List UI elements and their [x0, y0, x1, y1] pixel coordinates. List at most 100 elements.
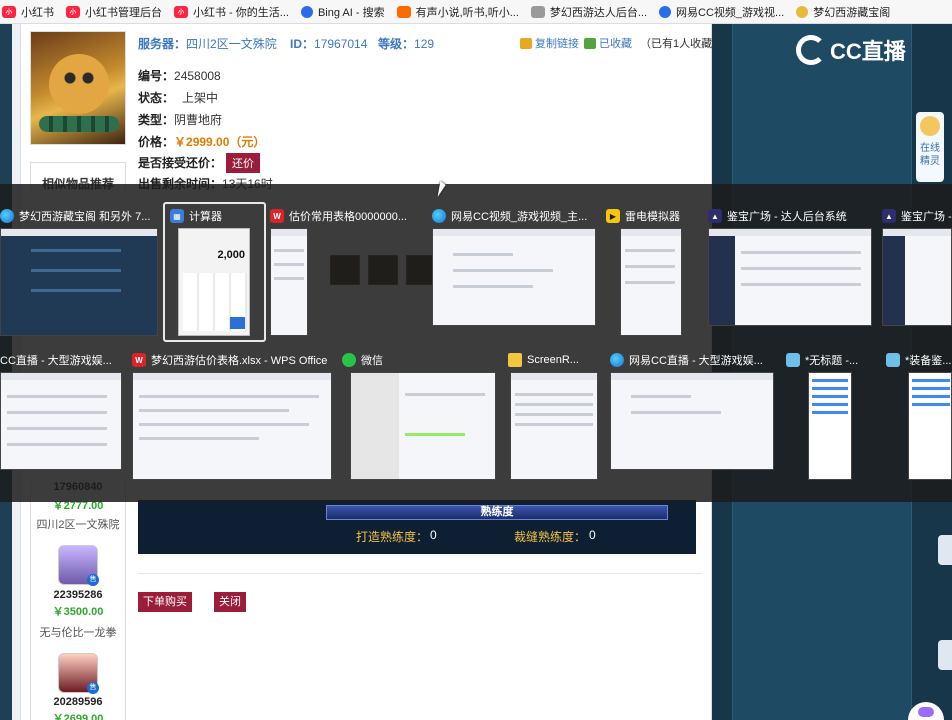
bookmark-item[interactable]: 梦幻西游藏宝阁 [796, 4, 890, 20]
edge-icon [432, 209, 446, 223]
bookmark-label: 梦幻西游藏宝阁 [813, 6, 891, 19]
wps-icon: W [270, 209, 284, 223]
bookmark-label: 网易CC视频_游戏视... [676, 6, 785, 19]
online-assistant-line2: 精灵 [920, 156, 940, 167]
window-thumbnail[interactable] [270, 228, 308, 336]
bookmark-item[interactable]: 有声小说,听书,听小... [396, 4, 519, 20]
favorite-icon [584, 37, 596, 49]
window-thumbnail[interactable] [0, 372, 122, 470]
window-title: *装备鉴... [905, 355, 952, 367]
copy-icon [520, 37, 532, 49]
window-title: 雷电模拟器 [625, 211, 680, 223]
treasure-icon [796, 5, 809, 18]
window-title: CC直播 - 大型游戏娱... [0, 355, 112, 367]
wechat-icon [342, 353, 356, 367]
bookmarks-bar: 小小红书 小小红书管理后台 小小红书 - 你的生活... Bing AI - 搜… [0, 0, 952, 24]
favorite-count: （已有1人收藏） [640, 38, 724, 50]
divider [138, 573, 702, 574]
edge-icon [610, 353, 624, 367]
close-button[interactable]: 关闭 [214, 592, 246, 612]
proficiency-header: 熟练度 [326, 505, 668, 520]
bookmark-item[interactable]: 小小红书管理后台 [66, 4, 162, 20]
bookmark-label: 小红书 [21, 6, 54, 19]
online-assistant-button[interactable]: 在线 精灵 [916, 112, 944, 182]
similar-item-server: 无与伦比一龙拳 [39, 627, 117, 639]
side-scroll-button[interactable] [938, 535, 952, 565]
window-title: ScreenR... [527, 354, 579, 366]
sew-proficiency-value: 0 [589, 528, 596, 542]
window-thumbnail[interactable] [620, 228, 682, 336]
window-thumbnail[interactable] [350, 372, 496, 480]
sew-proficiency-label: 裁缝熟练度： [514, 530, 587, 544]
bookmark-label: 小红书管理后台 [85, 6, 162, 19]
window-title: 微信 [361, 355, 383, 367]
bargain-button[interactable]: 还价 [226, 153, 261, 173]
window-thumbnail[interactable] [808, 372, 852, 480]
bookmark-item[interactable]: 网易CC视频_游戏视... [659, 4, 784, 20]
jianbao-icon: ▲ [708, 209, 722, 223]
redbook-icon: 小 [66, 5, 80, 18]
similar-item-price[interactable]: ￥3500.00 [30, 603, 126, 619]
bookmark-label: 小红书 - 你的生活... [193, 6, 289, 19]
window-title: 估价常用表格0000000... [289, 211, 407, 223]
novel-icon [396, 5, 411, 18]
page-icon [530, 5, 545, 18]
redbook-icon: 小 [174, 5, 188, 18]
buy-button[interactable]: 下单购买 [138, 592, 192, 612]
cc-logo-icon [796, 35, 826, 65]
bookmark-item[interactable]: 小小红书 - 你的生活... [174, 4, 289, 20]
seller-badge-icon: 售 [87, 682, 99, 694]
calculator-thumbnail[interactable]: 2,000 [178, 228, 250, 336]
leidian-icon: ▶ [606, 209, 620, 223]
assistant-avatar-icon [920, 116, 940, 136]
window-title: 梦幻西游藏宝阁 和另外 7... [19, 211, 151, 223]
notepad-icon [886, 353, 900, 367]
wps-icon: W [132, 353, 146, 367]
calculator-icon: ▦ [170, 209, 184, 223]
window-title: 鉴宝广场 - [901, 211, 952, 223]
bookmark-item[interactable]: 梦幻西游达人后台... [530, 4, 648, 20]
window-thumbnail[interactable] [708, 228, 872, 326]
bookmark-label: 梦幻西游达人后台... [549, 6, 648, 19]
id-info: ID：17967014 [290, 37, 368, 51]
cc-live-logo[interactable]: CC直播 [796, 34, 906, 66]
tiger-avatar-icon [49, 54, 109, 114]
window-thumbnail[interactable] [510, 372, 598, 480]
window-title: 鉴宝广场 - 达人后台系统 [727, 211, 847, 223]
window-thumbnail[interactable] [610, 372, 774, 470]
copy-link-button[interactable]: 复制链接 [520, 35, 579, 51]
window-title: 梦幻西游估价表格.xlsx - WPS Office [151, 355, 328, 367]
similar-item-id: 20289596 [53, 696, 103, 708]
cc-icon [659, 5, 672, 18]
bookmark-item[interactable]: 小小红书 [2, 4, 54, 20]
cc-logo-text: CC直播 [830, 39, 906, 64]
redbook-icon: 小 [2, 5, 16, 18]
item-price: 价格：￥2999.00（元） [138, 135, 266, 149]
calculator-display: 2,000 [217, 249, 245, 261]
item-bargain: 是否接受还价： 还价 [138, 153, 261, 173]
item-type: 类型：阴曹地府 [138, 113, 223, 127]
favorite-button[interactable]: 已收藏 [584, 35, 632, 51]
window-thumbnail[interactable] [882, 228, 952, 326]
seller-badge-icon: 售 [87, 574, 99, 586]
side-scroll-button[interactable] [938, 640, 952, 670]
similar-item-avatar[interactable]: 售 [58, 545, 99, 586]
window-thumbnail[interactable] [0, 228, 158, 336]
window-thumbnail[interactable] [132, 372, 332, 480]
window-thumbnail[interactable] [908, 372, 952, 480]
similar-item-price[interactable]: ￥2699.00 [30, 710, 126, 720]
level-info: 等级：129 [378, 37, 435, 51]
craft-proficiency-value: 0 [430, 528, 437, 542]
similar-item-avatar[interactable]: 售 [58, 653, 99, 694]
beads-decoration [39, 116, 119, 132]
folder-icon [508, 353, 522, 367]
server-info: 服务器：四川2区一文殊院 [138, 37, 277, 51]
window-thumbnail[interactable] [432, 228, 596, 326]
notepad-icon [786, 353, 800, 367]
bookmark-item[interactable]: Bing AI - 搜索 [300, 4, 385, 20]
window-title: 网易CC直播 - 大型游戏娱... [629, 355, 763, 367]
calculator-equals-key [230, 317, 245, 329]
bookmark-label: Bing AI - 搜索 [317, 6, 385, 19]
item-number: 编号：2458008 [138, 69, 221, 83]
bing-icon [300, 5, 313, 18]
